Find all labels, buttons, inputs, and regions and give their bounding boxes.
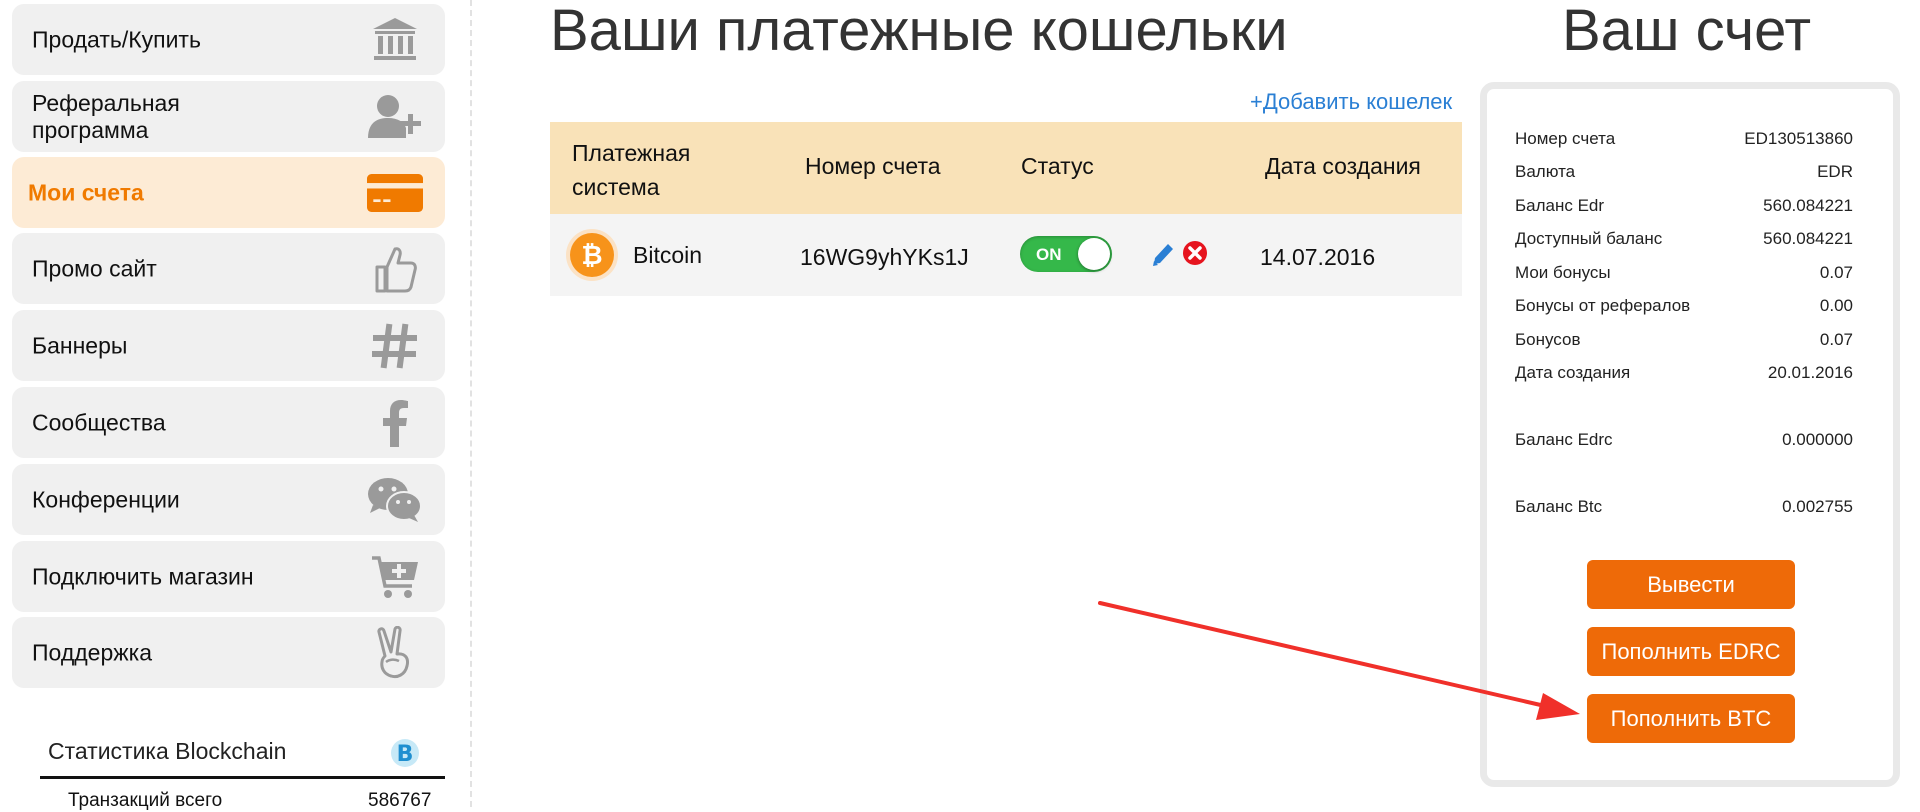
- column-header-number: Номер счета: [805, 153, 941, 179]
- wechat-icon: [367, 472, 423, 528]
- toggle-label: ON: [1036, 245, 1062, 264]
- topup-btc-button[interactable]: Пополнить BTC: [1587, 694, 1795, 743]
- account-row-value: 560.084221: [1763, 196, 1853, 215]
- account-row-label: Баланс Btc: [1515, 497, 1603, 516]
- sidebar-item-label: Конференции: [32, 486, 180, 512]
- sidebar-item-banners[interactable]: Баннеры: [12, 310, 445, 381]
- account-row-label: Мои бонусы: [1515, 263, 1611, 282]
- account-row-label: Валюта: [1515, 162, 1576, 181]
- account-row-label: Баланс Edrc: [1515, 430, 1613, 449]
- stats-row-label: Транзакций всего: [68, 790, 223, 811]
- topup-edrc-button[interactable]: Пополнить EDRC: [1587, 627, 1795, 676]
- pencil-icon[interactable]: [1150, 240, 1176, 268]
- account-row-value: 0.00: [1819, 296, 1853, 315]
- sidebar-item-label: Продать/Купить: [32, 26, 201, 52]
- sidebar-item-referral[interactable]: Реферальная программа: [12, 81, 445, 152]
- delete-icon[interactable]: [1182, 240, 1208, 266]
- column-header-status: Статус: [1021, 153, 1094, 179]
- sidebar: Продать/Купить Реферальная программа Мои…: [12, 0, 445, 811]
- account-row-value: 560.084221: [1763, 229, 1853, 248]
- sidebar-item-buy-sell[interactable]: Продать/Купить: [12, 4, 445, 75]
- account-row-value: EDR: [1817, 162, 1853, 181]
- sidebar-item-connect-shop[interactable]: Подключить магазин: [12, 541, 445, 612]
- account-row-value: 20.01.2016: [1767, 363, 1853, 382]
- table-header: Платежная система Номер счета Статус Дат…: [550, 122, 1462, 214]
- sidebar-item-conferences[interactable]: Конференции: [12, 464, 445, 535]
- account-row-value: ED130513860: [1744, 129, 1853, 148]
- account-row-value: 0.002755: [1782, 497, 1853, 516]
- sidebar-item-label: Поддержка: [32, 639, 152, 665]
- sidebar-item-label: Сообщества: [32, 409, 166, 435]
- bitcoin-icon: ₿: [570, 233, 614, 277]
- peace-hand-icon: [367, 625, 423, 681]
- divider: [40, 776, 445, 779]
- credit-card-icon: [367, 165, 423, 221]
- add-user-icon: [367, 89, 423, 145]
- column-header-system: Платежная система: [572, 140, 691, 200]
- vertical-divider: [470, 0, 472, 807]
- account-row-label: Бонусов: [1515, 330, 1581, 349]
- account-row-value: 0.000000: [1782, 430, 1853, 449]
- wallet-number: 16WG9yhYKs1J: [800, 244, 969, 270]
- facebook-icon: [367, 395, 423, 451]
- account-row-value: 0.07: [1819, 330, 1853, 349]
- thumbs-up-icon: [367, 241, 423, 297]
- withdraw-button[interactable]: Вывести: [1587, 560, 1795, 609]
- stats-row-value: 586767: [368, 790, 432, 811]
- account-row-label: Бонусы от рефералов: [1515, 296, 1691, 315]
- bank-icon: [367, 12, 423, 68]
- wallet-system: Bitcoin: [633, 242, 703, 268]
- sidebar-item-communities[interactable]: Сообщества: [12, 387, 445, 458]
- account-row-label: Дата создания: [1515, 363, 1631, 382]
- svg-text:B: B: [397, 742, 414, 767]
- toggle-knob: [1078, 238, 1110, 270]
- hashtag-icon: [367, 318, 423, 374]
- sidebar-item-label: Подключить магазин: [32, 563, 254, 589]
- account-row-label: Номер счета: [1515, 129, 1616, 148]
- stats-title: Статистика Blockchain: [48, 738, 287, 764]
- table-row: ₿ Bitcoin 16WG9yhYKs1J ON 14.07.2016: [550, 214, 1462, 296]
- sidebar-item-label: Промо сайт: [32, 255, 157, 281]
- page-title: Ваши платежные кошельки: [550, 0, 1288, 63]
- account-panel: Номер счета ED130513860 Валюта EDR Балан…: [1480, 82, 1900, 787]
- account-row-label: Доступный баланс: [1515, 229, 1663, 248]
- account-title: Ваш счет: [1562, 0, 1812, 63]
- sidebar-item-label: Реферальная программа: [32, 89, 180, 143]
- blockchain-icon: B: [390, 738, 420, 768]
- column-header-created: Дата создания: [1265, 153, 1421, 179]
- wallet-created: 14.07.2016: [1260, 244, 1376, 270]
- sidebar-item-label: Баннеры: [32, 332, 128, 358]
- sidebar-item-support[interactable]: Поддержка: [12, 617, 445, 688]
- add-wallet-link[interactable]: +Добавить кошелек: [1250, 89, 1452, 115]
- status-toggle[interactable]: ON: [1020, 236, 1112, 272]
- cart-plus-icon: [367, 549, 423, 605]
- account-row-value: 0.07: [1819, 263, 1853, 282]
- sidebar-item-promo[interactable]: Промо сайт: [12, 233, 445, 304]
- account-row-label: Баланс Edr: [1515, 196, 1605, 215]
- sidebar-item-label: Мои счета: [28, 179, 144, 205]
- sidebar-item-my-accounts[interactable]: Мои счета: [12, 157, 445, 228]
